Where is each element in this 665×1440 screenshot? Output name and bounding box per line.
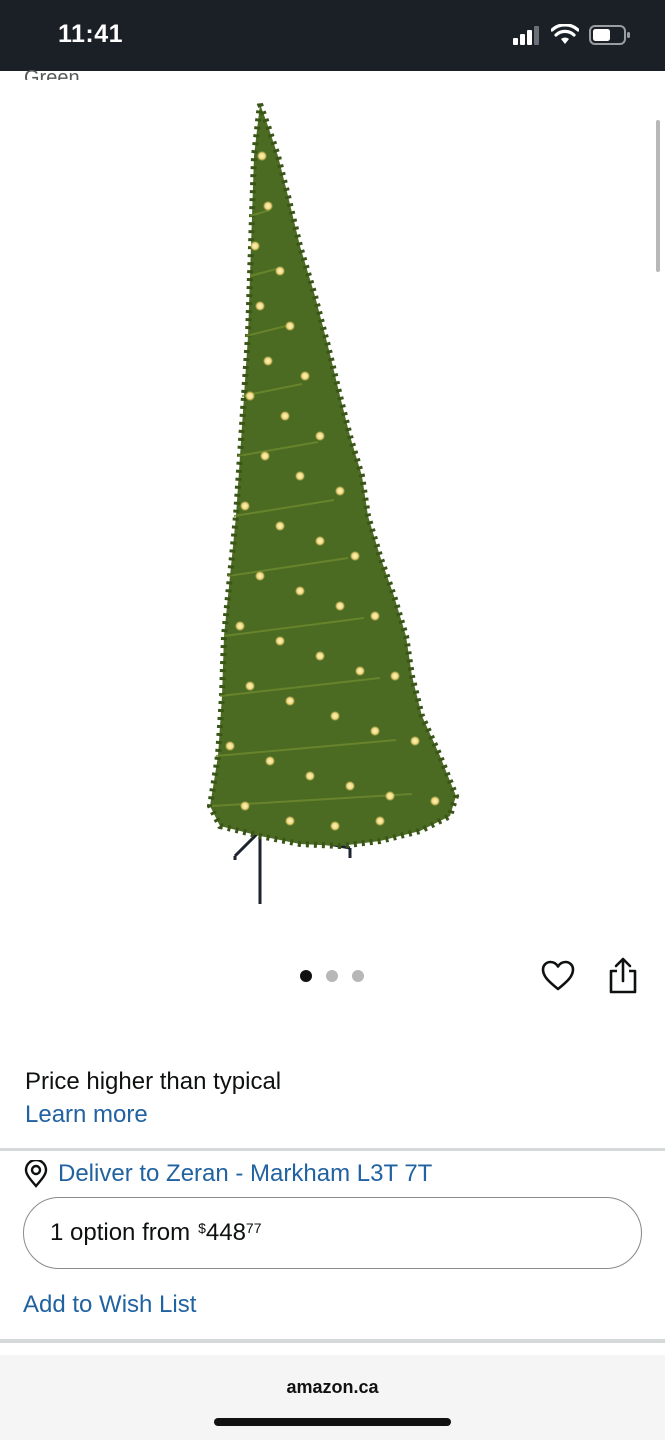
product-image[interactable] xyxy=(150,96,510,916)
price-cents: 77 xyxy=(245,1220,262,1236)
price-note: Price higher than typical xyxy=(25,1068,282,1095)
status-icons xyxy=(513,24,631,46)
option-label: 1 option from xyxy=(50,1219,191,1246)
heart-icon[interactable] xyxy=(540,958,576,994)
add-to-wish-list-link[interactable]: Add to Wish List xyxy=(23,1291,196,1319)
battery-icon xyxy=(589,25,630,45)
deliver-to-text[interactable]: Deliver to Zeran - Markham L3T 7T xyxy=(58,1160,432,1188)
tree-body xyxy=(210,104,456,846)
divider xyxy=(0,1148,665,1151)
deliver-to-row[interactable]: Deliver to Zeran - Markham L3T 7T xyxy=(24,1160,432,1188)
carousel-dot-2[interactable] xyxy=(326,970,338,982)
signal-icon xyxy=(513,26,539,45)
wifi-icon xyxy=(551,24,579,44)
share-icon[interactable] xyxy=(605,956,641,996)
scrollbar-thumb[interactable] xyxy=(656,120,660,272)
buying-options-button[interactable]: 1 option from $ 448 77 xyxy=(23,1197,642,1269)
divider xyxy=(0,1339,665,1343)
price-dollars: 448 xyxy=(205,1219,246,1246)
price-currency: $ xyxy=(198,1220,206,1236)
option-price: $ 448 77 xyxy=(198,1219,261,1247)
image-carousel-dots[interactable] xyxy=(300,970,364,982)
variant-label: Green xyxy=(24,67,80,80)
status-time: 11:41 xyxy=(58,20,124,48)
carousel-dot-3[interactable] xyxy=(352,970,364,982)
learn-more-link[interactable]: Learn more xyxy=(25,1101,148,1129)
browser-domain[interactable]: amazon.ca xyxy=(0,1377,665,1398)
carousel-dot-1[interactable] xyxy=(300,970,312,982)
home-indicator[interactable] xyxy=(214,1418,451,1426)
location-pin-icon xyxy=(24,1160,48,1188)
status-bar: 11:41 xyxy=(0,0,665,71)
